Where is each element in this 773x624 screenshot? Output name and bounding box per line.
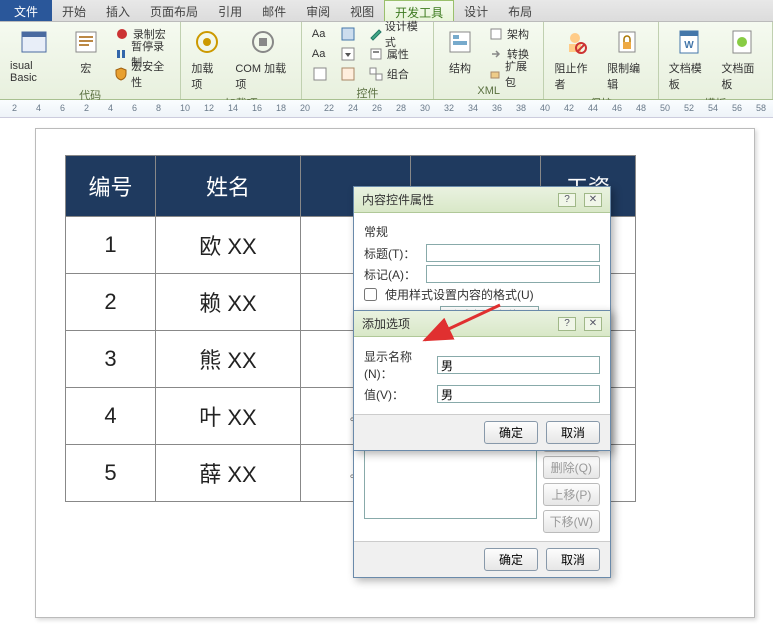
schema-button[interactable]: 架构	[484, 24, 538, 44]
group-xml: 结构 架构 转换 扩展包 XML	[434, 22, 545, 99]
dialog2-cancel-button[interactable]: 取消	[546, 421, 600, 444]
more-controls-button[interactable]	[308, 64, 332, 84]
tab-references[interactable]: 引用	[208, 0, 252, 21]
restrict-editing-label: 限制编辑	[607, 60, 648, 92]
visual-basic-label: isual Basic	[10, 60, 58, 84]
title-field-label: 标题(T)：	[364, 245, 422, 262]
com-addins-label: COM 加载项	[235, 60, 291, 92]
dialog1-cancel-button[interactable]: 取消	[546, 548, 600, 571]
use-style-checkbox[interactable]	[364, 288, 377, 301]
tab-view[interactable]: 视图	[340, 0, 384, 21]
macros-label: 宏	[80, 60, 91, 76]
help-icon[interactable]: ?	[558, 193, 576, 207]
group-controls: Aa Aa 设计模式 属性 组合 控件	[302, 22, 434, 99]
group-code: isual Basic 宏 录制宏 暂停录制 宏安全性 代码	[0, 22, 181, 99]
tab-design[interactable]: 设计	[454, 0, 498, 21]
add-option-dialog: 添加选项 ? ✕ 显示名称(N)： 值(V)： 确定 取消	[353, 310, 611, 451]
delete-button[interactable]: 删除(Q)	[543, 456, 600, 479]
schema-label: 架构	[507, 26, 529, 42]
display-name-input[interactable]	[437, 356, 600, 374]
legacy-tools-button[interactable]	[336, 64, 360, 84]
th-number: 编号	[66, 156, 156, 217]
properties-button[interactable]: 属性	[364, 44, 427, 64]
macro-security-button[interactable]: 宏安全性	[110, 64, 175, 84]
aa-label: Aa	[312, 28, 325, 40]
richtext-control-button[interactable]: Aa	[308, 24, 332, 44]
dialog2-title: 添加选项	[362, 315, 410, 332]
group-xml-label: XML	[440, 84, 538, 98]
plaintext-control-button[interactable]: Aa	[308, 44, 332, 64]
value-input[interactable]	[437, 385, 600, 403]
block-authors-button[interactable]: 阻止作者	[550, 24, 599, 94]
tag-input[interactable]	[426, 265, 600, 283]
ribbon: isual Basic 宏 录制宏 暂停录制 宏安全性 代码 加载项 COM 加…	[0, 22, 773, 100]
ruler: 2462468101214161820222426283032343638404…	[0, 100, 773, 118]
general-label: 常规	[364, 223, 600, 240]
group-protect: 阻止作者 限制编辑 保护	[544, 22, 658, 99]
th-name: 姓名	[156, 156, 301, 217]
aa-label2: Aa	[312, 48, 325, 60]
expansion-button[interactable]: 扩展包	[484, 64, 538, 84]
title-input[interactable]	[426, 244, 600, 262]
group-control-button[interactable]: 组合	[364, 64, 427, 84]
macros-button[interactable]: 宏	[66, 24, 106, 86]
doc-template-button[interactable]: W 文档模板	[665, 24, 714, 94]
dropdown-control-button[interactable]	[336, 44, 360, 64]
tab-layout[interactable]: 页面布局	[140, 0, 208, 21]
block-authors-label: 阻止作者	[554, 60, 595, 92]
restrict-editing-button[interactable]: 限制编辑	[603, 24, 652, 94]
dialog1-titlebar[interactable]: 内容控件属性 ? ✕	[354, 187, 610, 213]
structure-label: 结构	[449, 60, 471, 76]
tab-insert[interactable]: 插入	[96, 0, 140, 21]
tag-field-label: 标记(A)：	[364, 266, 422, 283]
visual-basic-button[interactable]: isual Basic	[6, 24, 62, 86]
com-addins-button[interactable]: COM 加载项	[231, 24, 295, 94]
properties-label: 属性	[387, 46, 409, 62]
tab-tablelayout[interactable]: 布局	[498, 0, 542, 21]
doc-panel-button[interactable]: 文档面板	[717, 24, 766, 94]
addins-button[interactable]: 加载项	[187, 24, 227, 94]
movedown-button[interactable]: 下移(W)	[543, 510, 600, 533]
use-style-label: 使用样式设置内容的格式(U)	[385, 286, 534, 303]
dialog1-ok-button[interactable]: 确定	[484, 548, 538, 571]
tab-home[interactable]: 开始	[52, 0, 96, 21]
display-name-label: 显示名称(N)：	[364, 348, 433, 382]
group-label: 组合	[387, 66, 409, 82]
moveup-button[interactable]: 上移(P)	[543, 483, 600, 506]
doc-panel-label: 文档面板	[721, 60, 762, 92]
svg-text:W: W	[684, 40, 694, 51]
group-templates: W文档模板 文档面板 模板	[659, 22, 773, 99]
doc-template-label: 文档模板	[669, 60, 710, 92]
addins-label: 加载项	[191, 60, 223, 92]
design-mode-button[interactable]: 设计模式	[364, 24, 427, 44]
dialog2-titlebar[interactable]: 添加选项 ? ✕	[354, 311, 610, 337]
close-icon[interactable]: ✕	[584, 317, 602, 331]
structure-button[interactable]: 结构	[440, 24, 480, 84]
close-icon[interactable]: ✕	[584, 193, 602, 207]
tab-mailings[interactable]: 邮件	[252, 0, 296, 21]
tab-file[interactable]: 文件	[0, 0, 52, 21]
dialog1-title: 内容控件属性	[362, 191, 434, 208]
help-icon[interactable]: ?	[558, 317, 576, 331]
value-label: 值(V)：	[364, 386, 433, 403]
group-addins: 加载项 COM 加载项 加载项	[181, 22, 302, 99]
tab-review[interactable]: 审阅	[296, 0, 340, 21]
picture-control-button[interactable]	[336, 24, 360, 44]
dialog2-ok-button[interactable]: 确定	[484, 421, 538, 444]
